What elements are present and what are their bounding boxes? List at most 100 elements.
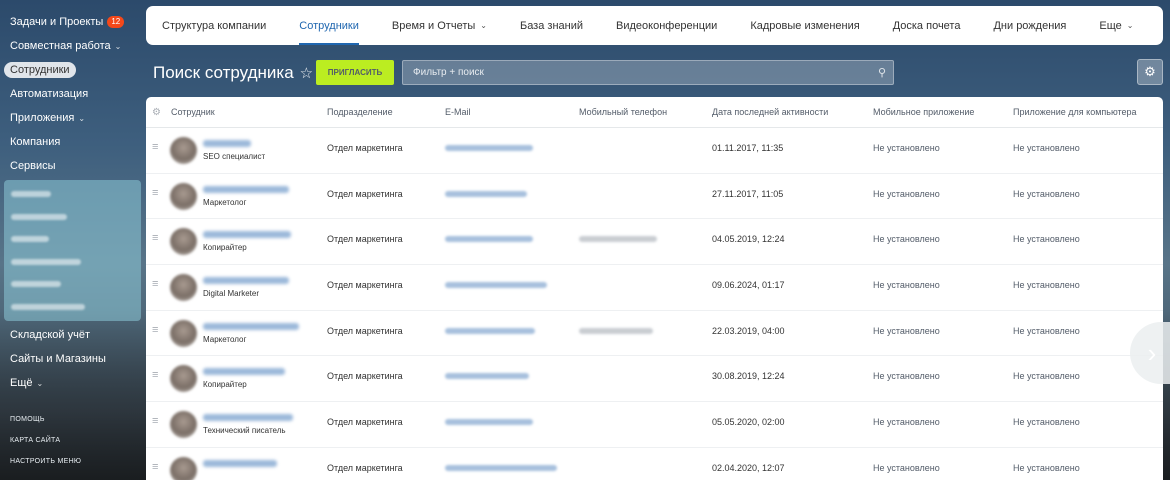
column-header-employee[interactable]: Сотрудник <box>171 107 215 117</box>
sidebar-item-applications[interactable]: Приложения ⌄ <box>0 106 145 130</box>
drag-handle-icon[interactable]: ≡ <box>152 232 158 244</box>
email-blurred[interactable] <box>445 464 557 471</box>
sidebar-sub-item[interactable] <box>4 206 141 229</box>
help-link[interactable]: ПОМОЩЬ <box>0 409 145 430</box>
department: Отдел маркетинга <box>327 371 403 382</box>
blurred-label <box>11 303 85 310</box>
sidebar-item-sites[interactable]: Сайты и Магазины <box>0 347 145 371</box>
column-header-desktop-app[interactable]: Приложение для компьютера <box>1013 107 1137 117</box>
sidebar-item-collaboration[interactable]: Совместная работа ⌄ <box>0 34 145 58</box>
employee-name-blurred[interactable] <box>203 185 289 193</box>
table-row[interactable]: ≡ Маркетолог Отдел маркетинга 27.11.2017… <box>146 174 1163 220</box>
last-activity: 05.05.2020, 02:00 <box>712 417 785 428</box>
drag-handle-icon[interactable]: ≡ <box>152 369 158 381</box>
table-row[interactable]: ≡ Технический писатель Отдел маркетинга … <box>146 402 1163 448</box>
drag-handle-icon[interactable]: ≡ <box>152 324 158 336</box>
email-blurred[interactable] <box>445 145 533 151</box>
tab-knowledge-base[interactable]: База знаний <box>520 6 583 45</box>
tab-label: Доска почета <box>892 19 961 32</box>
settings-button[interactable]: ⚙ <box>1137 59 1163 85</box>
star-icon[interactable]: ☆ <box>300 64 313 82</box>
sidebar-item-warehouse[interactable]: Складской учёт <box>0 323 145 347</box>
phone-blurred[interactable] <box>579 236 657 243</box>
employee-name-blurred[interactable] <box>203 414 293 422</box>
drag-handle-icon[interactable]: ≡ <box>152 187 158 199</box>
tab-more[interactable]: Еще ⌄ <box>1099 6 1133 45</box>
sidebar-item-automation[interactable]: Автоматизация <box>0 82 145 106</box>
last-activity: 27.11.2017, 11:05 <box>712 188 784 199</box>
sidebar-item-label: Сайты и Магазины <box>10 353 106 365</box>
drag-handle-icon[interactable]: ≡ <box>152 141 158 153</box>
sidebar-sub-item[interactable] <box>4 296 141 319</box>
column-header-last-activity[interactable]: Дата последней активности <box>712 107 828 117</box>
tab-employees[interactable]: Сотрудники <box>299 6 359 45</box>
column-header-mobile-phone[interactable]: Мобильный телефон <box>579 107 667 117</box>
sidebar-item-label: Приложения <box>10 112 75 124</box>
last-activity: 22.03.2019, 04:00 <box>712 325 785 336</box>
employee-name-blurred[interactable] <box>203 368 285 376</box>
employee-position: Digital Marketer <box>203 289 260 299</box>
avatar[interactable] <box>170 228 197 256</box>
employee-name-blurred[interactable] <box>203 322 299 330</box>
drag-handle-icon[interactable]: ≡ <box>152 461 158 473</box>
sidebar-item-company[interactable]: Компания <box>0 130 145 154</box>
employee-name-blurred[interactable] <box>203 459 277 467</box>
table-row[interactable]: ≡ Копирайтер Отдел маркетинга 04.05.2019… <box>146 219 1163 266</box>
chevron-down-icon: ⌄ <box>1126 21 1134 30</box>
employee-name-blurred[interactable] <box>203 140 251 147</box>
sidebar-sub-item[interactable] <box>4 228 141 251</box>
mobile-app-status: Не установлено <box>873 371 940 382</box>
email-blurred[interactable] <box>445 190 527 197</box>
tab-company-structure[interactable]: Структура компании <box>162 6 266 45</box>
column-header-department[interactable]: Подразделение <box>327 107 393 117</box>
table-row[interactable]: ≡ Копирайтер Отдел маркетинга 30.08.2019… <box>146 356 1163 403</box>
avatar[interactable] <box>170 137 197 164</box>
tab-hr-changes[interactable]: Кадровые изменения <box>750 6 859 45</box>
employee-position: Технический писатель <box>203 426 286 436</box>
sidebar-sub-item[interactable] <box>4 251 141 274</box>
table-row[interactable]: ≡ Отдел маркетинга 02.04.2020, 12:07 Не … <box>146 448 1163 480</box>
mobile-app-status: Не установлено <box>873 417 940 428</box>
email-blurred[interactable] <box>445 236 533 243</box>
tab-honor-board[interactable]: Доска почета <box>893 6 961 45</box>
table-row[interactable]: ≡ Маркетолог Отдел маркетинга 22.03.2019… <box>146 311 1163 357</box>
email-blurred[interactable] <box>445 327 535 334</box>
email-blurred[interactable] <box>445 282 547 289</box>
avatar[interactable] <box>170 456 197 480</box>
employee-name-blurred[interactable] <box>203 277 289 285</box>
sidebar-item-more[interactable]: Ещё ⌄ <box>0 371 145 395</box>
sitemap-link[interactable]: КАРТА САЙТА <box>0 430 145 451</box>
sidebar-item-tasks[interactable]: Задачи и Проекты 12 <box>0 10 145 34</box>
phone-blurred[interactable] <box>579 327 653 334</box>
avatar[interactable] <box>170 411 197 439</box>
sidebar-sub-item[interactable] <box>4 183 141 206</box>
department: Отдел маркетинга <box>327 234 403 245</box>
table-row[interactable]: ≡ SEO специалист Отдел маркетинга 01.11.… <box>146 128 1163 174</box>
avatar[interactable] <box>170 182 197 210</box>
avatar[interactable] <box>170 319 197 347</box>
tab-time-reports[interactable]: Время и Отчеты ⌄ <box>392 6 487 45</box>
page-header: Поиск сотрудника ☆ <box>153 60 313 86</box>
avatar[interactable] <box>170 365 197 393</box>
gear-icon: ⚙ <box>1144 64 1156 79</box>
tab-video-conferences[interactable]: Видеоконференции <box>616 6 717 45</box>
drag-handle-icon[interactable]: ≡ <box>152 278 158 290</box>
invite-button[interactable]: ПРИГЛАСИТЬ <box>316 60 394 85</box>
email-blurred[interactable] <box>445 373 529 380</box>
sidebar-item-employees[interactable]: Сотрудники <box>0 58 145 82</box>
tab-birthdays[interactable]: Дни рождения <box>993 6 1066 45</box>
search-input[interactable] <box>413 67 871 78</box>
mobile-app-status: Не установлено <box>873 234 940 245</box>
column-header-mobile-app[interactable]: Мобильное приложение <box>873 107 974 117</box>
sidebar-item-services[interactable]: Сервисы <box>0 154 145 178</box>
drag-handle-icon[interactable]: ≡ <box>152 415 158 427</box>
configure-menu-link[interactable]: НАСТРОИТЬ МЕНЮ <box>0 451 145 472</box>
avatar[interactable] <box>170 274 197 302</box>
column-header-email[interactable]: E-Mail <box>445 107 471 117</box>
email-blurred[interactable] <box>445 419 533 426</box>
employee-name-blurred[interactable] <box>203 231 291 239</box>
table-row[interactable]: ≡ Digital Marketer Отдел маркетинга 09.0… <box>146 265 1163 311</box>
column-settings-icon[interactable]: ⚙ <box>152 107 161 118</box>
search-icon[interactable]: ⚲ <box>871 66 893 79</box>
sidebar-sub-item[interactable] <box>4 273 141 296</box>
